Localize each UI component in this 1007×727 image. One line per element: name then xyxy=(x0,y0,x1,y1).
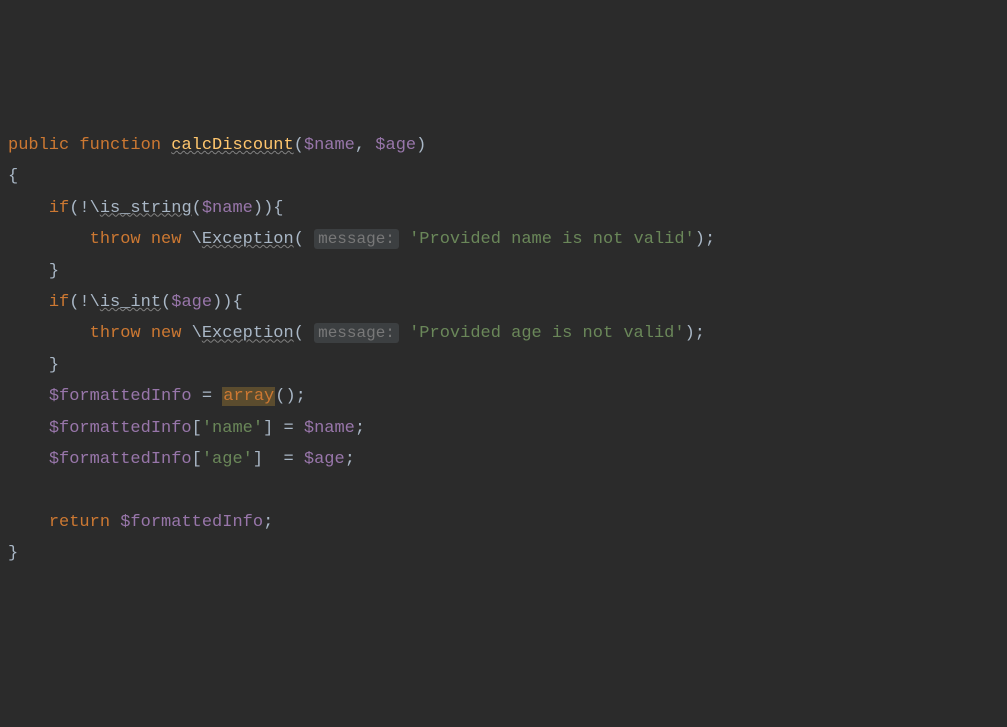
paren-close: )){ xyxy=(212,293,243,312)
bracket-close: ] xyxy=(253,450,263,469)
var-formatted-info: $formattedInfo xyxy=(49,419,192,438)
assign: = xyxy=(283,419,293,438)
string-literal: 'Provided age is not valid' xyxy=(409,324,684,343)
bracket-open: [ xyxy=(192,419,202,438)
bracket-close: ] xyxy=(263,419,273,438)
var-name: $name xyxy=(304,419,355,438)
var-formatted-info: $formattedInfo xyxy=(120,513,263,532)
semicolon: ; xyxy=(355,419,365,438)
brace-close: } xyxy=(49,356,59,375)
semicolon: ; xyxy=(263,513,273,532)
keyword-if: if xyxy=(49,293,69,312)
code-line-6: if(!\is_int($age)){ xyxy=(8,293,243,312)
param-hint-message: message: xyxy=(314,323,399,343)
string-literal: 'Provided name is not valid' xyxy=(409,230,695,249)
brace-close: } xyxy=(8,544,18,563)
code-line-12: return $formattedInfo; xyxy=(8,513,273,532)
var-age: $age xyxy=(171,293,212,312)
backslash: \ xyxy=(192,230,202,249)
code-line-8: } xyxy=(8,356,59,375)
code-line-10: $formattedInfo['name'] = $name; xyxy=(8,419,365,438)
keyword-new: new xyxy=(151,230,182,249)
paren-open: ( xyxy=(294,230,314,249)
paren-close: ); xyxy=(695,230,715,249)
keyword-new: new xyxy=(151,324,182,343)
keyword-throw: throw xyxy=(90,230,141,249)
keyword-array-highlighted: array xyxy=(222,387,275,406)
code-line-1: public function calcDiscount($name, $age… xyxy=(8,136,426,155)
keyword-return: return xyxy=(49,513,110,532)
bracket-open: [ xyxy=(192,450,202,469)
brace-open: { xyxy=(8,167,18,186)
keyword-if: if xyxy=(49,199,69,218)
paren-open: (!\ xyxy=(69,293,100,312)
function-is-string: is_string xyxy=(100,199,192,218)
param-hint-message: message: xyxy=(314,229,399,249)
paren-close: )){ xyxy=(253,199,284,218)
string-key-age: 'age' xyxy=(202,450,253,469)
code-editor[interactable]: public function calcDiscount($name, $age… xyxy=(8,130,999,570)
class-exception: Exception xyxy=(202,230,294,249)
function-name: calcDiscount xyxy=(171,136,293,155)
code-line-4: throw new \Exception( message: 'Provided… xyxy=(8,230,715,249)
paren-open: ( xyxy=(161,293,171,312)
paren-open: (!\ xyxy=(69,199,100,218)
keyword-function: function xyxy=(79,136,161,155)
paren-close: ) xyxy=(416,136,426,155)
paren-open: ( xyxy=(294,136,304,155)
paren: (); xyxy=(275,387,306,406)
code-line-11: $formattedInfo['age'] = $age; xyxy=(8,450,355,469)
code-line-2: { xyxy=(8,167,18,186)
var-formatted-info: $formattedInfo xyxy=(49,450,192,469)
comma: , xyxy=(355,136,375,155)
code-line-5: } xyxy=(8,262,59,281)
code-line-3: if(!\is_string($name)){ xyxy=(8,199,283,218)
string-key-name: 'name' xyxy=(202,419,263,438)
keyword-public: public xyxy=(8,136,69,155)
class-exception: Exception xyxy=(202,324,294,343)
code-line-7: throw new \Exception( message: 'Provided… xyxy=(8,324,705,343)
semicolon: ; xyxy=(345,450,355,469)
function-is-int: is_int xyxy=(100,293,161,312)
paren-close: ); xyxy=(685,324,705,343)
paren-open: ( xyxy=(192,199,202,218)
code-line-13: } xyxy=(8,544,18,563)
param-age: $age xyxy=(375,136,416,155)
paren-open: ( xyxy=(294,324,314,343)
keyword-throw: throw xyxy=(90,324,141,343)
assign: = xyxy=(202,387,212,406)
code-line-9: $formattedInfo = array(); xyxy=(8,387,306,406)
backslash: \ xyxy=(192,324,202,343)
assign: = xyxy=(283,450,293,469)
param-name: $name xyxy=(304,136,355,155)
var-age: $age xyxy=(304,450,345,469)
var-name: $name xyxy=(202,199,253,218)
code-line-blank xyxy=(8,482,18,501)
brace-close: } xyxy=(49,262,59,281)
var-formatted-info: $formattedInfo xyxy=(49,387,192,406)
